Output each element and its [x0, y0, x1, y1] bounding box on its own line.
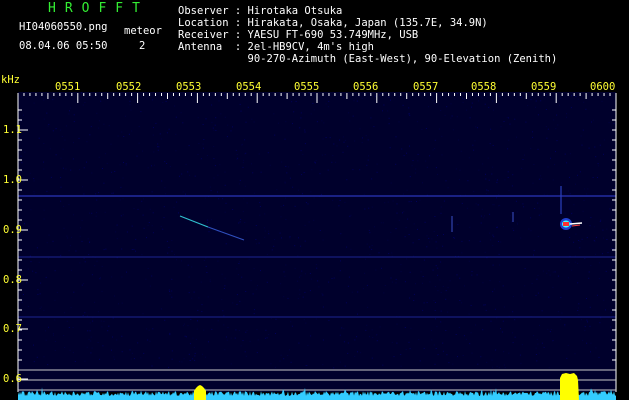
y-tick-label: 0.7	[3, 323, 22, 335]
spectrogram-background	[18, 92, 616, 392]
y-tick-label: 0.6	[3, 373, 22, 385]
x-tick-label: 0551	[55, 81, 81, 93]
x-tick-label: 0559	[531, 81, 557, 93]
spectrogram	[17, 92, 617, 400]
x-tick-label: 0600	[590, 81, 616, 93]
y-tick-label: 1.1	[3, 124, 22, 136]
y-tick-label: 0.9	[3, 224, 22, 236]
x-tick-label: 0552	[116, 81, 142, 93]
x-tick-label: 0557	[413, 81, 439, 93]
x-tick-label: 0553	[176, 81, 202, 93]
y-tick-label: 1.0	[3, 174, 22, 186]
x-tick-label: 0558	[471, 81, 497, 93]
y-axis-unit: kHz	[1, 74, 20, 86]
y-tick-label: 0.8	[3, 274, 22, 286]
x-tick-label: 0554	[236, 81, 262, 93]
x-tick-label: 0555	[294, 81, 320, 93]
meteor-burst-2	[560, 373, 579, 400]
x-tick-label: 0556	[353, 81, 379, 93]
